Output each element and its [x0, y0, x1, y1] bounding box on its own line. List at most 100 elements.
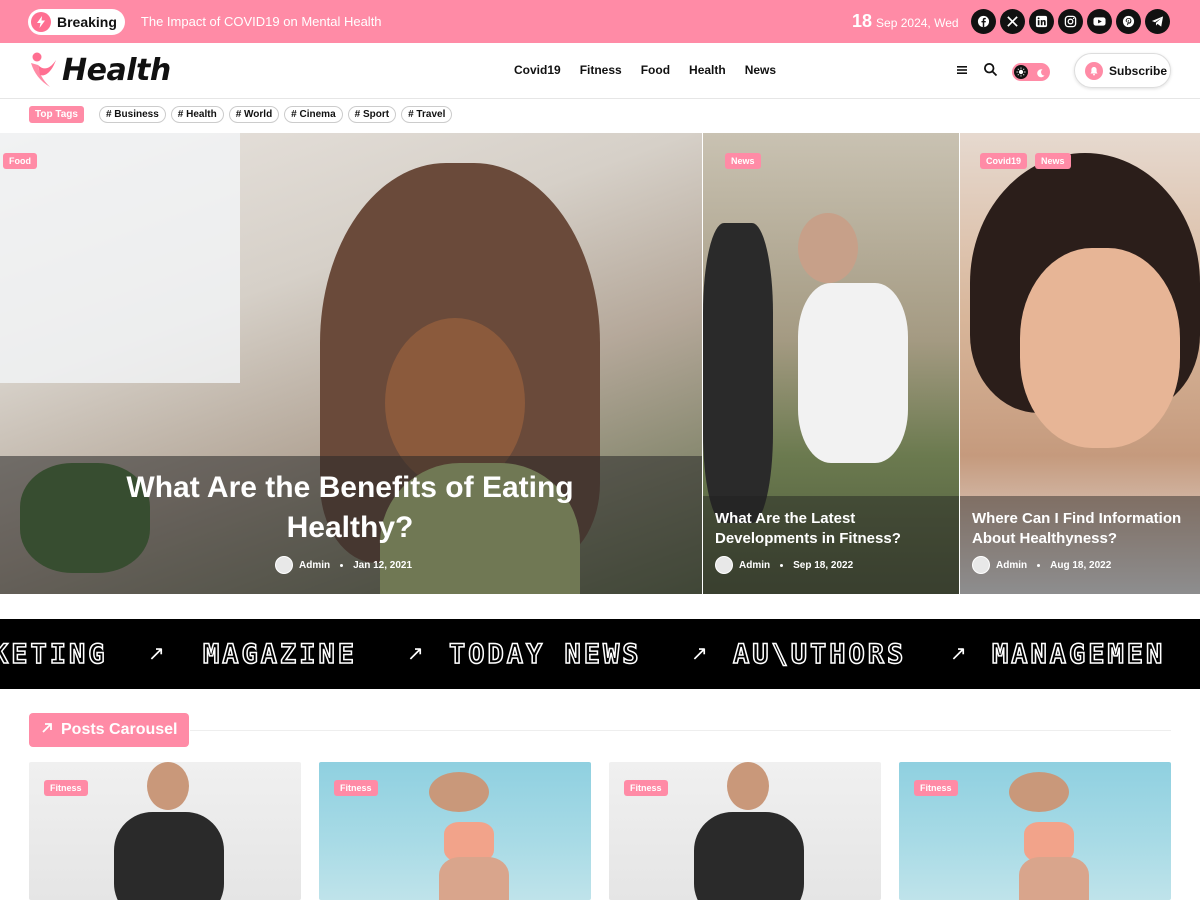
marquee-item[interactable]: MANAGEMEN — [991, 638, 1165, 671]
category-badge[interactable]: News — [1035, 153, 1071, 169]
moon-icon — [1035, 66, 1046, 84]
tag-world[interactable]: # World — [228, 106, 280, 123]
header-actions — [955, 62, 1050, 82]
post-date: Jan 12, 2021 — [353, 559, 413, 571]
carousel-card[interactable]: Fitness — [609, 762, 881, 900]
featured-post-main[interactable]: Food What Are the Benefits of Eating Hea… — [0, 133, 702, 594]
marquee-item[interactable]: KETING — [0, 638, 108, 671]
category-badge[interactable]: Fitness — [334, 780, 378, 796]
linkedin-icon[interactable] — [1029, 9, 1054, 34]
date-day: 18 — [852, 11, 873, 31]
side-post-title[interactable]: Where Can I Find Information About Healt… — [972, 509, 1200, 549]
nav-item-news[interactable]: News — [745, 63, 776, 77]
current-date: 18 Sep 2024, Wed — [852, 11, 959, 32]
carousel-card[interactable]: Fitness — [29, 762, 301, 900]
posts-carousel-title: Posts Carousel — [61, 721, 178, 738]
category-badge[interactable]: Fitness — [624, 780, 668, 796]
side-post-title[interactable]: What Are the Latest Developments in Fitn… — [715, 509, 955, 549]
top-tags-heading: Top Tags — [29, 106, 84, 123]
featured-posts: Food What Are the Benefits of Eating Hea… — [0, 133, 1200, 594]
social-links — [971, 9, 1170, 34]
carousel-card[interactable]: Fitness — [899, 762, 1171, 900]
search-icon[interactable] — [983, 62, 998, 82]
lightning-icon — [31, 11, 51, 32]
tag-cinema[interactable]: # Cinema — [284, 106, 343, 123]
instagram-icon[interactable] — [1058, 9, 1083, 34]
nav-item-fitness[interactable]: Fitness — [580, 63, 622, 77]
breaking-label: Breaking — [57, 13, 117, 30]
subscribe-button[interactable]: Subscribe — [1074, 53, 1171, 88]
featured-post-side-2[interactable]: Covid19 News Where Can I Find Informatio… — [960, 133, 1200, 594]
x-icon[interactable] — [1000, 9, 1025, 34]
youtube-icon[interactable] — [1087, 9, 1112, 34]
posts-carousel-heading: Posts Carousel — [29, 713, 190, 747]
post-meta: Admin Jan 12, 2021 — [275, 556, 412, 574]
subscribe-label: Subscribe — [1109, 63, 1168, 78]
man-face-image — [798, 213, 858, 283]
man-face-image — [727, 762, 769, 810]
site-logo[interactable]: Health — [28, 51, 171, 89]
featured-post-title[interactable]: What Are the Benefits of Eating Healthy? — [60, 468, 640, 548]
woman-yoga-image — [703, 223, 773, 523]
post-author[interactable]: Admin — [996, 560, 1027, 571]
category-badge[interactable]: Food — [3, 153, 37, 169]
arrow-up-right-icon: ↗ — [691, 643, 708, 665]
nav-item-covid19[interactable]: Covid19 — [514, 63, 561, 77]
tag-health[interactable]: # Health — [170, 106, 224, 123]
sun-icon — [1014, 65, 1028, 79]
site-header: Health Covid19 Fitness Food Health News … — [0, 43, 1200, 99]
man-shirt-image — [114, 812, 224, 900]
facebook-icon[interactable] — [971, 9, 996, 34]
post-date: Aug 18, 2022 — [1050, 559, 1112, 571]
tag-travel[interactable]: # Travel — [401, 106, 453, 123]
dark-mode-toggle[interactable] — [1012, 63, 1050, 81]
date-rest: Sep 2024, Wed — [876, 16, 959, 30]
post-meta: Admin Sep 18, 2022 — [715, 556, 853, 574]
avatar — [275, 556, 293, 574]
carousel-card[interactable]: Fitness — [319, 762, 591, 900]
arrow-up-right-icon: ↗ — [148, 643, 165, 665]
main-nav: Covid19 Fitness Food Health News — [514, 63, 776, 77]
post-author[interactable]: Admin — [299, 560, 330, 571]
meta-separator — [340, 563, 344, 567]
category-marquee: KETING ↗ MAGAZINE ↗ TODAY NEWS ↗ AU\UTHO… — [0, 619, 1200, 689]
logo-figure-icon — [31, 52, 56, 87]
avatar — [972, 556, 990, 574]
man-shirt-image — [798, 283, 908, 463]
marquee-item[interactable]: TODAY NEWS — [448, 638, 642, 671]
bell-icon — [1085, 61, 1103, 80]
title-line-2: About Healthyness? — [972, 530, 1118, 547]
category-badge[interactable]: News — [725, 153, 761, 169]
telegram-icon[interactable] — [1145, 9, 1170, 34]
section-divider — [190, 730, 1171, 731]
breaking-badge: Breaking — [28, 8, 125, 35]
post-date: Sep 18, 2022 — [793, 559, 854, 571]
pinterest-icon[interactable] — [1116, 9, 1141, 34]
window-image — [0, 133, 240, 383]
title-line-1: Where Can I Find Information — [972, 510, 1182, 527]
menu-icon[interactable] — [955, 63, 969, 81]
woman-body-image — [439, 857, 509, 900]
category-badge[interactable]: Fitness — [914, 780, 958, 796]
marquee-item[interactable]: AU\UTHORS — [732, 638, 906, 671]
woman-drinking-image — [429, 772, 489, 812]
arrow-up-right-icon: ↗ — [950, 643, 967, 665]
nav-item-food[interactable]: Food — [641, 63, 670, 77]
title-line-2: Developments in Fitness? — [715, 530, 901, 547]
breaking-news-bar: Breaking The Impact of COVID19 on Mental… — [0, 0, 1200, 43]
tag-business[interactable]: # Business — [98, 106, 166, 123]
featured-post-side-1[interactable]: News What Are the Latest Developments in… — [703, 133, 959, 594]
title-line-1: What Are the Latest — [715, 510, 856, 527]
tag-sport[interactable]: # Sport — [347, 106, 397, 123]
category-badge[interactable]: Covid19 — [980, 153, 1028, 169]
breaking-headline[interactable]: The Impact of COVID19 on Mental Health — [141, 14, 382, 29]
post-author[interactable]: Admin — [739, 560, 770, 571]
marquee-item[interactable]: MAGAZINE — [202, 638, 357, 671]
woman-body-image — [1019, 857, 1089, 900]
arrow-up-right-icon: ↗ — [407, 643, 424, 665]
category-badge[interactable]: Fitness — [44, 780, 88, 796]
woman-top-image — [1024, 822, 1074, 862]
man-shirt-image — [694, 812, 804, 900]
nav-item-health[interactable]: Health — [689, 63, 726, 77]
logo-text: Health — [62, 52, 171, 88]
